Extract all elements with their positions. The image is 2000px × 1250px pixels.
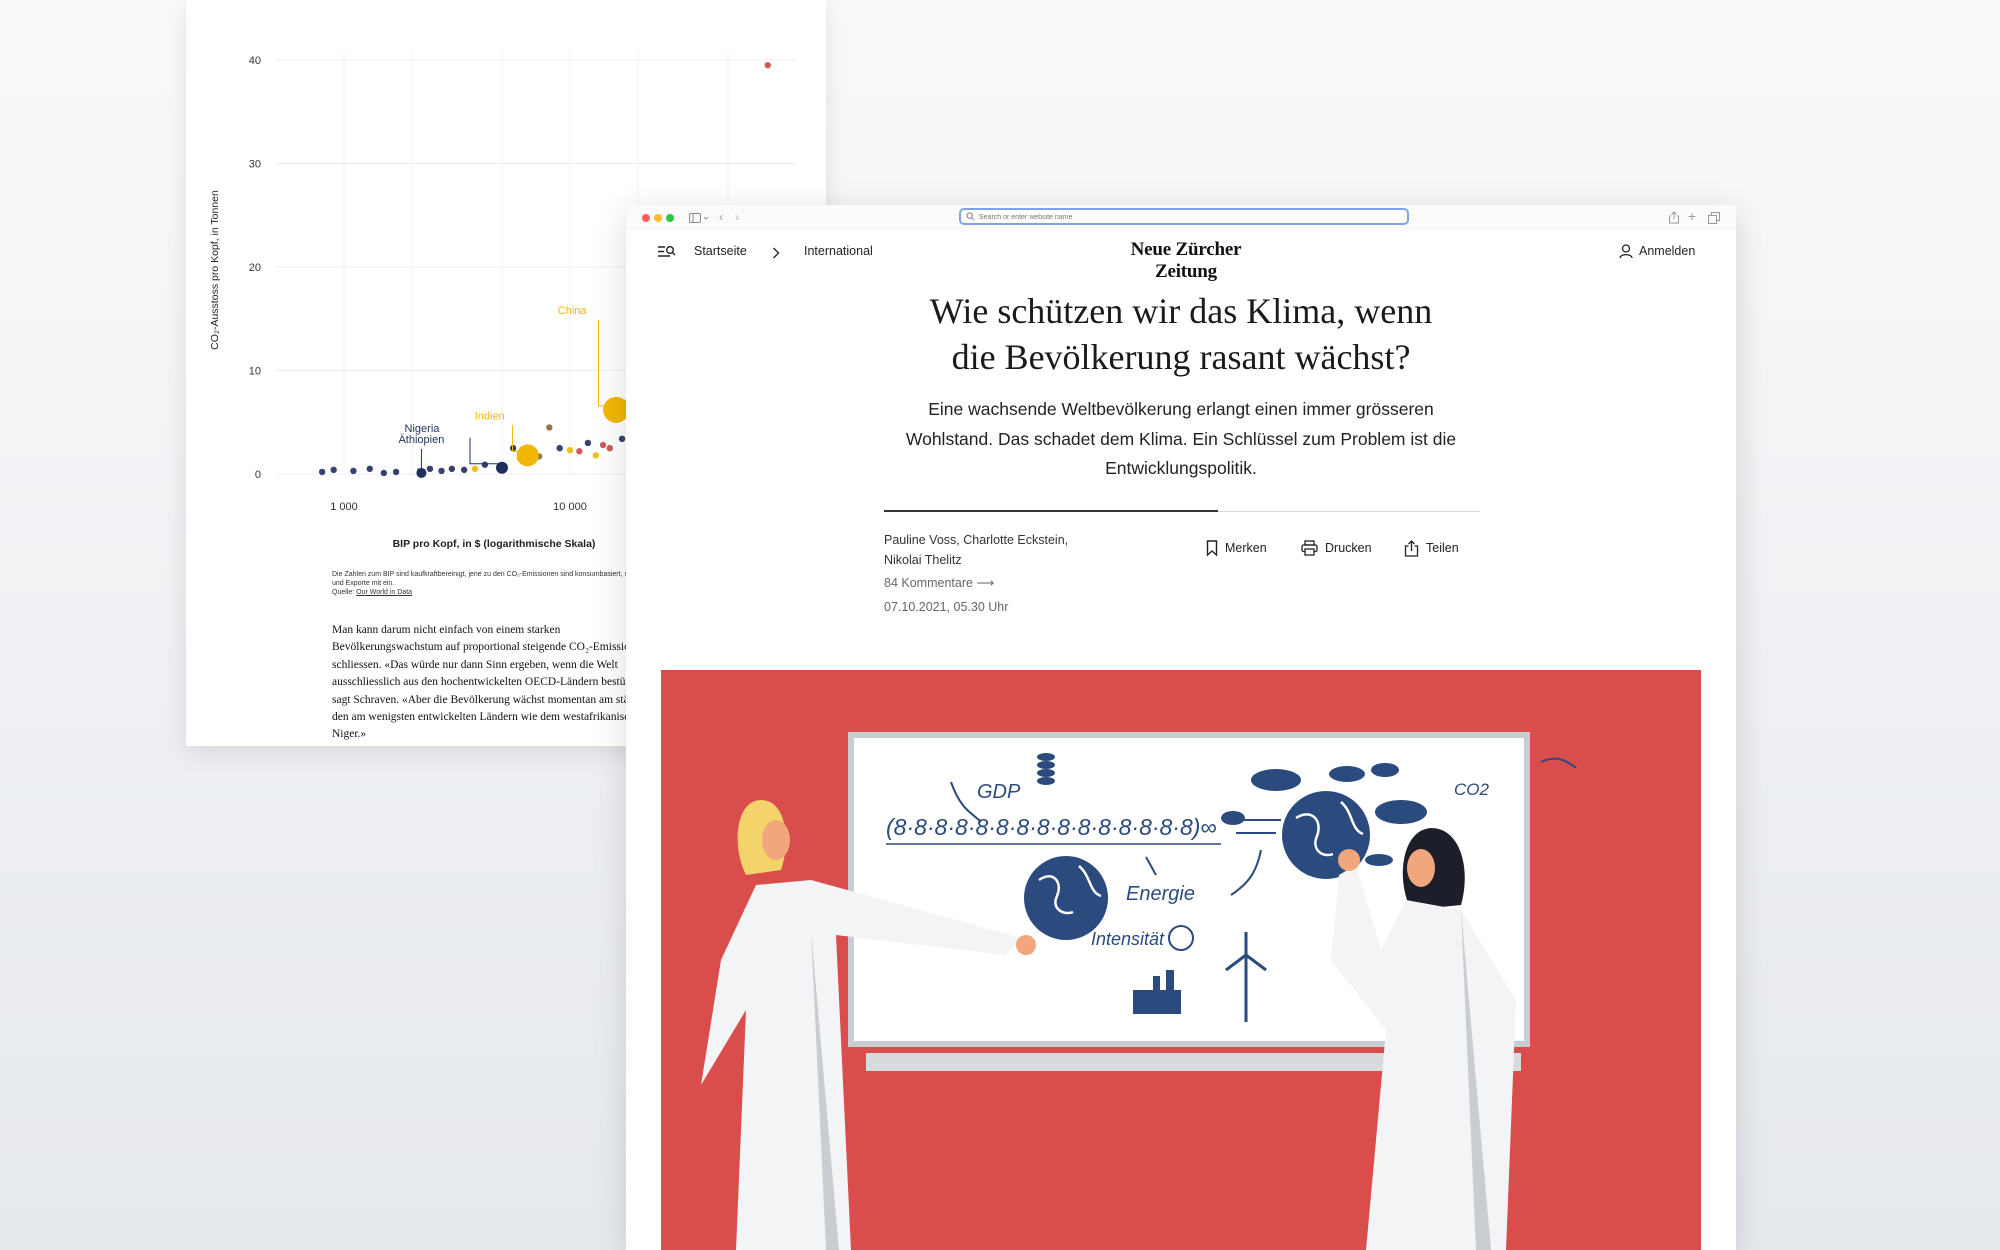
headline-line: Wie schützen wir das Klima, wenn [929,291,1433,331]
lead-line: Entwicklungspolitik. [1105,458,1257,478]
share-label: Teilen [1426,541,1459,555]
bookmark-icon [1206,540,1218,556]
arrow-right-icon: ⟶ [976,576,995,590]
intensity-label: Intensität [1091,929,1165,949]
country-label: Nigeria [405,423,441,435]
data-point [606,444,614,452]
lead-line: Wohlstand. Das schadet dem Klima. Ein Sc… [905,428,1457,449]
article-headline: Wie schützen wir das Klima, wenn die Bev… [826,288,1536,380]
data-point [481,461,489,468]
x-axis-label: BIP pro Kopf, in $ (logarithmische Skala… [393,538,596,550]
publish-date: 07.10.2021, 05.30 Uhr [884,600,1009,614]
comments-link[interactable]: 84 Kommentare ⟶ [884,575,994,590]
y-tick-label: 10 [249,366,261,378]
search-icon [966,212,975,221]
address-input[interactable] [979,211,1379,223]
browser-toolbar: ‹ › + [626,205,1736,232]
co2-label: CO2 [1454,780,1490,799]
address-bar[interactable] [959,208,1409,225]
globe-icon [1024,856,1108,940]
forward-icon[interactable]: › [735,210,739,224]
zoom-window-button[interactable] [666,214,674,222]
data-point [556,444,563,452]
login-link[interactable]: Anmelden [1639,244,1695,258]
hero-illustration: GDP (8·8·8·8·8·8·8·8·8·8·8·8·8·8·8)∞ Ene… [661,670,1701,1250]
site-navbar: Startseite International Neue Zürcher Ze… [626,231,1736,282]
y-tick-label: 40 [249,55,261,67]
chevron-right-icon [772,247,780,259]
back-icon[interactable]: ‹ [719,210,723,224]
authors-line[interactable]: Nikolai Thelitz [884,553,962,567]
comments-count: 84 Kommentare [884,576,973,590]
nav-link-startseite[interactable]: Startseite [694,244,747,258]
data-point [618,435,626,443]
x-tick-label: 10 000 [553,501,587,513]
tab-overview-icon[interactable] [1708,212,1720,224]
country-label: China [558,305,588,317]
menu-icon[interactable] [658,245,678,258]
user-icon[interactable] [1619,244,1633,259]
data-point [366,465,373,473]
new-tab-icon[interactable]: + [1688,208,1696,224]
data-point [546,424,553,431]
nzz-logo[interactable]: Neue Zürcher Zeitung [1106,239,1266,283]
authors-line[interactable]: Pauline Voss, Charlotte Eckstein, [884,533,1068,547]
label-leader-line [417,448,422,470]
data-point [471,465,479,473]
formula-text: (8·8·8·8·8·8·8·8·8·8·8·8·8·8·8)∞ [886,814,1217,840]
minimize-window-button[interactable] [654,214,662,222]
data-point [764,61,771,69]
illustration-scientists-whiteboard: GDP (8·8·8·8·8·8·8·8·8·8·8·8·8·8·8)∞ Ene… [701,732,1577,1250]
y-tick-label: 30 [249,159,261,171]
data-point [318,468,326,476]
browser-window: ‹ › + Startseite International Neue Zürc… [626,205,1736,1250]
divider-accent [884,510,1218,512]
data-point [584,439,592,447]
energy-label: Energie [1126,883,1195,905]
y-tick-label: 0 [255,469,261,481]
share-button[interactable]: Teilen [1404,537,1459,559]
data-point [438,467,445,475]
data-point [380,469,388,477]
printer-icon [1301,540,1318,556]
data-point [576,448,583,455]
y-axis-label: CO₂-Ausstoss pro Kopf, in Tonnen [209,190,221,350]
source-label: Quelle: [332,589,355,596]
data-point [566,446,574,454]
save-button[interactable]: Merken [1206,537,1267,559]
share-toolbar-icon[interactable] [1668,211,1680,224]
save-label: Merken [1225,541,1267,555]
data-point [392,468,400,476]
country-label: Indien [475,410,505,422]
close-window-button[interactable] [642,214,650,222]
nav-link-international[interactable]: International [804,244,873,258]
data-point [426,465,434,473]
label-leader-line [598,319,613,407]
label-leader-line [469,437,498,465]
data-point [599,441,607,449]
gdp-label: GDP [977,781,1021,803]
data-point [350,467,357,475]
article-lead: Eine wachsende Weltbevölkerung erlangt e… [866,395,1496,484]
highlight-point [516,444,539,467]
country-label: Äthiopien [398,434,444,446]
data-point [509,444,517,452]
share-icon [1404,539,1419,557]
print-label: Drucken [1325,541,1372,555]
data-point [460,466,468,474]
source-link[interactable]: Our World in Data [356,589,412,596]
sidebar-toggle-icon[interactable] [689,212,709,224]
data-point [330,466,337,474]
author-list: Pauline Voss, Charlotte Eckstein, Nikola… [884,530,1068,570]
headline-line: die Bevölkerung rasant wächst? [951,337,1411,377]
y-tick-label: 20 [249,262,261,274]
lead-line: Eine wachsende Weltbevölkerung erlangt e… [928,399,1434,419]
x-tick-label: 1 000 [330,501,358,513]
data-point [448,465,456,473]
data-point [592,452,599,459]
print-button[interactable]: Drucken [1301,537,1372,559]
